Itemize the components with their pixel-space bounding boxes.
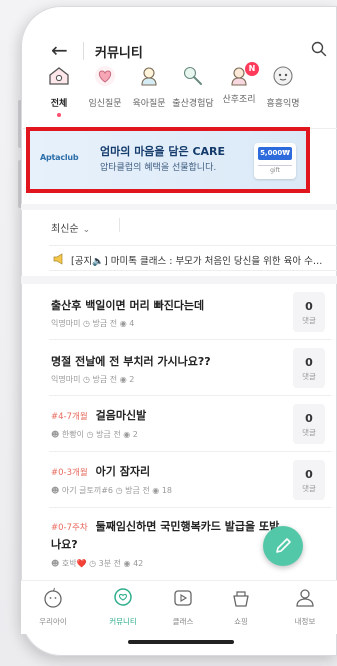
tab-shopping[interactable]: 쇼핑 bbox=[215, 587, 267, 627]
list-item[interactable]: #0-3개월 아기 잠자리 ☻ 아기 글토끼#6 ◷ 방금 전 ◉ 18 0 댓글 bbox=[49, 452, 331, 508]
tab-label: 우리아이 bbox=[39, 617, 67, 626]
tab-label: 쇼핑 bbox=[234, 617, 248, 626]
tab-pregnancy-questions[interactable]: 임신질문 bbox=[81, 64, 129, 109]
post-title: 명절 전날에 전 부치러 가시나요?? bbox=[51, 355, 211, 368]
app-header: ← 커뮤니티 bbox=[21, 6, 337, 62]
post-meta: ☻ 아기 글토끼#6 ◷ 방금 전 ◉ 18 bbox=[51, 486, 172, 495]
tab-all[interactable]: 전체 bbox=[35, 64, 83, 117]
person-icon bbox=[296, 589, 314, 607]
play-icon bbox=[174, 590, 192, 606]
category-label: 흥흥익명 bbox=[266, 99, 300, 109]
mom-icon: N bbox=[227, 62, 259, 88]
anonymous-icon bbox=[273, 66, 293, 86]
post-title: #0-3개월 아기 잠자리 bbox=[51, 465, 151, 478]
chevron-down-icon: ⌄ bbox=[82, 225, 91, 235]
heart-icon bbox=[95, 66, 115, 86]
list-item[interactable]: 출산후 백일이면 머리 빠진다는데 익명마미 ◷ 방금 전 ◉ 4 0 댓글 bbox=[49, 284, 331, 340]
comment-count: 0 댓글 bbox=[293, 460, 325, 500]
search-icon[interactable] bbox=[311, 41, 327, 57]
category-label: 출산경험담 bbox=[172, 99, 214, 109]
post-meta: ☻ 호박❤️ ◷ 3분 전 ◉ 42 bbox=[51, 559, 144, 568]
category-label: 전체 bbox=[50, 99, 68, 109]
home-icon bbox=[49, 67, 69, 85]
category-label: 산후조리 bbox=[222, 95, 256, 105]
post-meta: 익명마미 ◷ 방금 전 ◉ 4 bbox=[51, 319, 135, 328]
tab-class[interactable]: 클래스 bbox=[157, 587, 209, 627]
notice-text: [공지🔈] 마미톡 클래스 : 부모가 처음인 당신을 위한 육아 수… bbox=[71, 256, 323, 267]
home-indicator bbox=[128, 640, 234, 644]
promo-banner[interactable]: Aptaclub 엄마의 마음을 담은 CARE 압타클럽의 혜택을 선물합니다… bbox=[30, 131, 306, 189]
post-title: #0-7주차 둘째임신하면 국민행복카드 발급을 또받 bbox=[51, 520, 280, 533]
rattle-icon bbox=[183, 66, 202, 85]
pencil-icon bbox=[276, 538, 291, 553]
age-tag: #0-3개월 bbox=[51, 468, 88, 478]
comment-count: 0 댓글 bbox=[293, 292, 325, 332]
section-gap bbox=[21, 276, 337, 284]
tab-my-info[interactable]: 내정보 bbox=[279, 587, 331, 627]
megaphone-icon bbox=[53, 253, 63, 265]
age-tag: #0-7주차 bbox=[51, 523, 88, 533]
tab-my-child[interactable]: 우리아이 bbox=[27, 587, 79, 627]
basket-icon bbox=[233, 591, 249, 607]
baby-icon bbox=[141, 67, 157, 86]
gift-card-icon: 5,000₩ gift bbox=[254, 143, 296, 179]
tab-label: 클래스 bbox=[172, 617, 194, 626]
banner-headline: 엄마의 마음을 담은 CARE bbox=[100, 145, 226, 158]
list-item[interactable]: #4-7개월 걸음마신발 ☻ 한빵이 ◷ 방금 전 ◉ 2 0 댓글 bbox=[49, 396, 331, 452]
active-dot bbox=[57, 113, 61, 117]
header-divider bbox=[83, 42, 84, 60]
age-tag: #4-7개월 bbox=[51, 412, 88, 422]
card-amount: 5,000₩ bbox=[258, 147, 292, 160]
category-label: 육아질문 bbox=[132, 99, 166, 109]
comment-count: 0 댓글 bbox=[293, 348, 325, 388]
comment-count: 0 댓글 bbox=[293, 404, 325, 444]
sort-label: 최신순 bbox=[51, 224, 79, 235]
post-meta: ☻ 한빵이 ◷ 방금 전 ◉ 2 bbox=[51, 430, 138, 439]
banner-subtext: 압타클럽의 혜택을 선물합니다. bbox=[100, 163, 217, 173]
write-post-button[interactable] bbox=[263, 526, 303, 566]
arrow-left-icon[interactable]: ← bbox=[51, 40, 68, 60]
page-title: 커뮤니티 bbox=[95, 46, 143, 61]
chat-icon bbox=[114, 588, 132, 606]
category-label: 임신질문 bbox=[88, 99, 122, 109]
post-title: 출산후 백일이면 머리 빠진다는데 bbox=[51, 299, 205, 312]
divider bbox=[119, 218, 120, 232]
tab-label: 커뮤니티 bbox=[109, 617, 137, 626]
tab-parenting-questions[interactable]: 육아질문 bbox=[125, 64, 173, 109]
tab-anonymous[interactable]: 흥흥익명 bbox=[259, 64, 307, 109]
notice-banner[interactable]: [공지🔈] 마미톡 클래스 : 부모가 처음인 당신을 위한 육아 수… bbox=[49, 245, 337, 271]
sort-dropdown[interactable]: 최신순 ⌄ bbox=[51, 220, 90, 235]
tab-label: 내정보 bbox=[294, 617, 316, 626]
tab-birth-stories[interactable]: 출산경험담 bbox=[169, 64, 217, 109]
list-item[interactable]: 명절 전날에 전 부치러 가시나요?? 익명마미 ◷ 방금 전 ◉ 2 0 댓글 bbox=[49, 340, 331, 396]
section-gap bbox=[21, 204, 337, 210]
brand-logo: Aptaclub bbox=[40, 153, 79, 162]
post-title-line2: 나요? bbox=[51, 538, 78, 551]
bottom-tab-bar: 우리아이 커뮤니티 클래스 쇼핑 내정보 bbox=[21, 580, 337, 634]
category-tabs: 전체 임신질문 육아질문 출산경험담 N 산후조리 흥흥익명 bbox=[21, 62, 337, 128]
baby-face-icon bbox=[44, 587, 62, 608]
post-meta: 익명마미 ◷ 방금 전 ◉ 2 bbox=[51, 375, 135, 384]
card-caption: gift bbox=[258, 165, 292, 174]
tab-postpartum-care[interactable]: N 산후조리 bbox=[215, 62, 263, 105]
new-badge: N bbox=[245, 62, 259, 76]
tab-community[interactable]: 커뮤니티 bbox=[97, 587, 149, 627]
post-title: #4-7개월 걸음마신발 bbox=[51, 409, 147, 422]
